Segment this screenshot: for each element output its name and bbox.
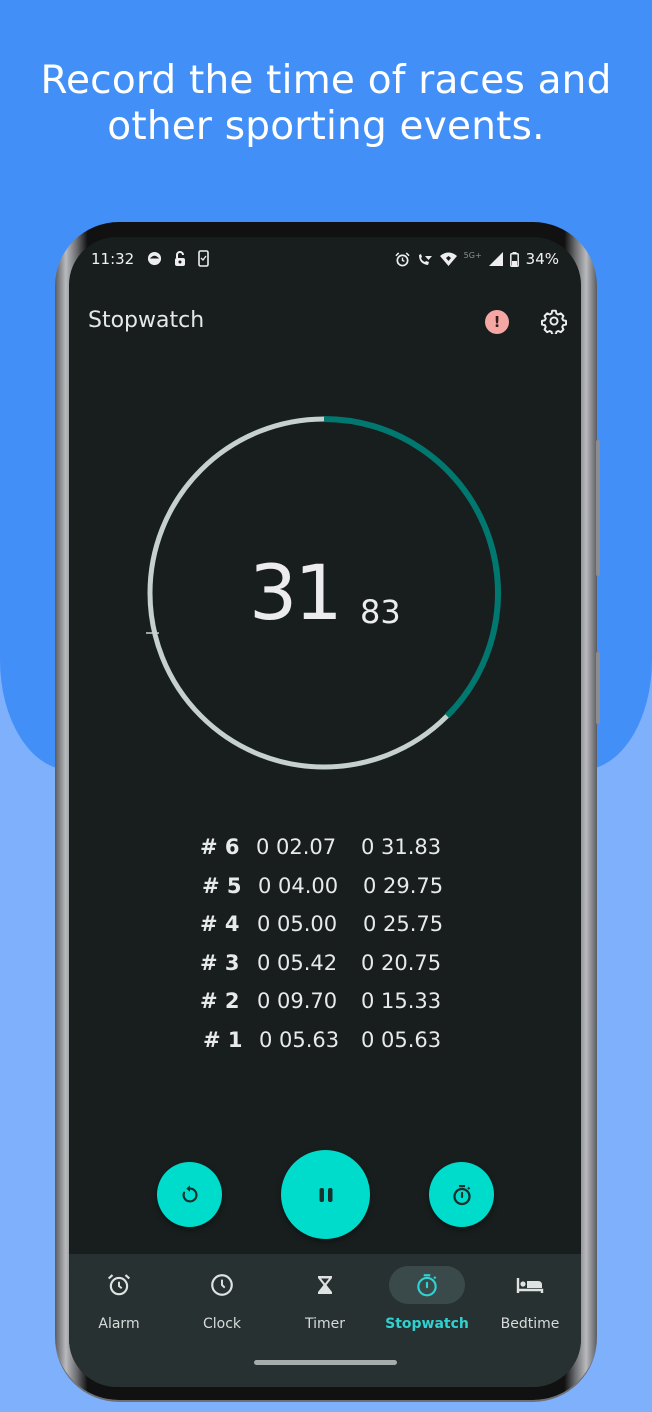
battery-percent: 34% [525, 250, 559, 268]
pause-button[interactable] [281, 1150, 370, 1239]
stopwatch-icon [417, 1274, 437, 1297]
lap-row: # 5 0 04.00 0 29.75 [69, 874, 581, 913]
exclamation-icon: ! [493, 313, 501, 331]
clock-icon [211, 1274, 233, 1296]
settings-button[interactable] [541, 308, 567, 336]
lap-number: # 6 [200, 835, 240, 859]
elapsed-centiseconds: 83 [360, 593, 401, 631]
lap-total-time: 0 05.63 [361, 1027, 442, 1052]
lap-number: # 3 [200, 950, 240, 975]
lap-time: 0 09.70 [257, 989, 338, 1014]
headline-line-1: Record the time of races and [40, 58, 612, 103]
wifi-icon [439, 252, 457, 266]
headline-line-2: other sporting events. [107, 104, 545, 149]
phone-screen: 11:32 5G+ 34% Stopwatch ! 31 83 # 6 0 02… [69, 237, 581, 1387]
lap-total-time: 0 20.75 [361, 950, 442, 975]
elapsed-seconds: 31 [249, 548, 343, 637]
lap-button[interactable] [429, 1162, 494, 1227]
lock-icon [175, 250, 185, 266]
lap-number: # 2 [200, 989, 240, 1014]
nav-item-clock[interactable]: Clock [172, 1266, 272, 1346]
bed-icon [516, 1278, 544, 1293]
gear-icon [541, 309, 567, 336]
wifi-calling-icon [418, 253, 432, 265]
alert-button[interactable]: ! [485, 310, 509, 334]
nav-label: Bedtime [500, 1316, 560, 1332]
battery-icon [509, 251, 519, 267]
lap-total-time: 0 31.83 [361, 835, 442, 859]
home-indicator[interactable] [254, 1360, 397, 1365]
nav-label: Clock [202, 1316, 242, 1332]
nav-item-bedtime[interactable]: Bedtime [480, 1266, 580, 1346]
bottom-nav: Alarm Clock Timer Stopwatch Bedtime [69, 1254, 581, 1387]
promo-headline: Record the time of races and other sport… [0, 58, 652, 150]
status-bar: 11:32 5G+ 34% [69, 247, 581, 273]
lap-time: 0 04.00 [258, 873, 339, 898]
lap-number: # 5 [202, 873, 242, 898]
lap-number: # 4 [200, 912, 240, 937]
reset-button[interactable] [157, 1162, 222, 1227]
status-time: 11:32 [91, 250, 135, 268]
lap-row: # 4 0 05.00 0 25.75 [69, 912, 581, 951]
reset-icon [182, 1184, 198, 1203]
lap-row: # 6 0 02.07 0 31.83 [69, 835, 581, 874]
lap-time: 0 05.42 [257, 950, 338, 975]
lap-row: # 1 0 05.63 0 05.63 [69, 1028, 581, 1067]
stopwatch-lap-icon [452, 1184, 471, 1205]
lap-total-time: 0 15.33 [361, 989, 442, 1014]
nav-label: Timer [304, 1316, 346, 1332]
signal-icon [488, 252, 503, 266]
nav-label: Alarm [98, 1316, 140, 1332]
lap-time: 0 05.63 [259, 1027, 340, 1052]
lap-row: # 3 0 05.42 0 20.75 [69, 951, 581, 990]
lap-total-time: 0 29.75 [363, 873, 444, 898]
lap-row: # 2 0 09.70 0 15.33 [69, 989, 581, 1028]
nav-label: Stopwatch [385, 1316, 469, 1332]
lap-time: 0 02.07 [256, 835, 337, 859]
nav-item-alarm[interactable]: Alarm [69, 1266, 169, 1346]
nav-item-stopwatch[interactable]: Stopwatch [377, 1266, 477, 1346]
lap-number: # 1 [203, 1027, 243, 1052]
nav-item-timer[interactable]: Timer [275, 1266, 375, 1346]
volume-button [596, 440, 600, 576]
phone-check-icon [198, 250, 209, 267]
network-type: 5G+ [463, 250, 482, 260]
page-title: Stopwatch [88, 308, 205, 333]
power-button [596, 652, 600, 724]
alarm-icon [395, 251, 410, 266]
lap-list: # 6 0 02.07 0 31.83 # 5 0 04.00 0 29.75 … [69, 835, 581, 1067]
app-notification-icon [147, 251, 162, 266]
lap-time: 0 05.00 [257, 912, 338, 937]
dial-progress-arc [323, 416, 501, 719]
lap-total-time: 0 25.75 [363, 912, 444, 937]
hourglass-icon [318, 1276, 332, 1294]
alarm-icon [107, 1274, 131, 1296]
pause-icon [319, 1187, 332, 1202]
